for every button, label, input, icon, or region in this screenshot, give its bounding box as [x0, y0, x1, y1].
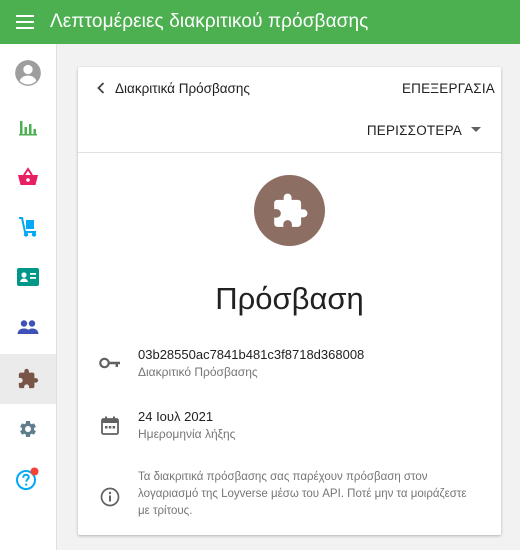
page-title: Λεπτομέρειες διακριτικού πρόσβασης — [50, 11, 369, 32]
token-name: Πρόσβαση — [215, 281, 364, 316]
header-divider — [78, 152, 501, 153]
hamburger-menu-icon — [16, 15, 34, 29]
back-link-label: Διακριτικά Πρόσβασης — [115, 80, 250, 96]
chevron-left-icon — [97, 82, 105, 94]
sidebar-item-inventory[interactable] — [0, 202, 56, 252]
sidebar-item-employees[interactable] — [0, 302, 56, 352]
people-icon — [17, 320, 39, 334]
sidebar-item-integrations[interactable] — [0, 354, 56, 404]
id-card-icon — [17, 268, 39, 286]
expiry-date: 24 Ιουλ 2021 — [138, 409, 214, 424]
sidebar-nav — [0, 44, 57, 550]
sidebar-item-account[interactable] — [0, 48, 56, 98]
expiry-label: Ημερομηνία λήξης — [138, 427, 236, 441]
expiry-row: 24 Ιουλ 2021 Ημερομηνία λήξης — [78, 405, 501, 445]
gear-icon — [20, 421, 36, 437]
puzzle-icon — [273, 193, 307, 227]
sidebar-item-items[interactable] — [0, 152, 56, 202]
more-dropdown[interactable]: ΠΕΡΙΣΣΟΤΕΡΑ — [367, 119, 481, 141]
top-app-bar: Λεπτομέρειες διακριτικού πρόσβασης — [0, 0, 520, 44]
dolly-icon — [19, 217, 37, 237]
info-icon — [98, 485, 122, 509]
info-note-row: Τα διακριτικά πρόσβασης σας παρέχουν πρό… — [78, 469, 501, 525]
more-label: ΠΕΡΙΣΣΟΤΕΡΑ — [366, 122, 462, 138]
calendar-icon — [98, 413, 122, 437]
sidebar-item-help[interactable] — [0, 454, 56, 504]
puzzle-icon — [18, 368, 39, 389]
token-value-row: 03b28550ac7841b481c3f8718d368008 Διακριτ… — [78, 343, 501, 383]
token-value: 03b28550ac7841b481c3f8718d368008 — [138, 347, 365, 362]
help-icon — [16, 467, 39, 490]
token-avatar — [254, 175, 325, 246]
back-to-tokens-link[interactable]: Διακριτικά Πρόσβασης — [96, 77, 250, 99]
menu-button[interactable] — [0, 0, 50, 44]
token-details-card: Διακριτικά Πρόσβασης ΕΠΕΞΕΡΓΑΣΙΑ ΠΕΡΙΣΣΟ… — [78, 67, 501, 535]
caret-down-icon — [471, 127, 481, 132]
bar-chart-icon — [19, 121, 37, 136]
edit-button[interactable]: ΕΠΕΞΕΡΓΑΣΙΑ — [402, 77, 495, 99]
notification-dot — [30, 467, 39, 476]
sidebar-item-reports[interactable] — [0, 102, 56, 152]
token-value-label: Διακριτικό Πρόσβασης — [138, 365, 258, 379]
basket-icon — [18, 167, 38, 185]
sidebar-item-settings[interactable] — [0, 404, 56, 454]
info-note-text: Τα διακριτικά πρόσβασης σας παρέχουν πρό… — [138, 471, 467, 517]
account-circle-icon — [15, 60, 41, 86]
sidebar-item-customers[interactable] — [0, 252, 56, 302]
key-icon — [98, 351, 122, 375]
